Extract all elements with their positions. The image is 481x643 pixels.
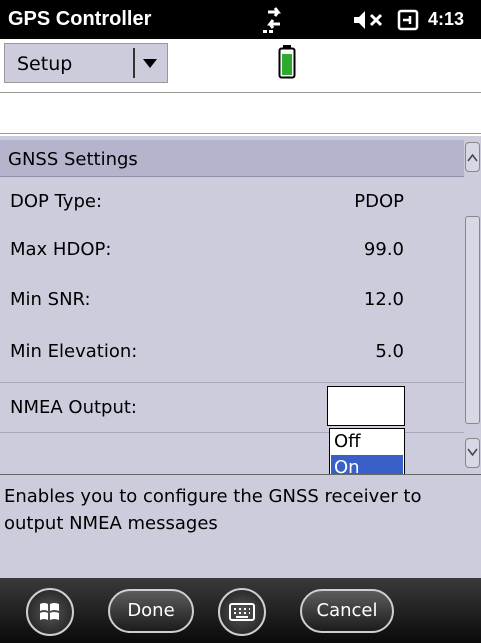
keyboard-icon [229,603,255,621]
softkey-bar: Done Cancel [0,578,481,643]
clock[interactable]: 4:13 [428,9,464,30]
setting-value[interactable]: PDOP [354,191,404,212]
cancel-button[interactable]: Cancel [300,589,394,633]
app-title: GPS Controller [8,8,152,30]
dropdown-divider [133,48,135,78]
setting-label: Min SNR: [10,289,91,310]
chevron-up-icon [467,153,478,162]
help-description: Enables you to configure the GNSS receiv… [0,474,481,579]
vertical-scrollbar[interactable] [464,136,481,474]
done-button[interactable]: Done [108,589,194,633]
keyboard-button[interactable] [218,588,266,636]
setting-row-dop-type[interactable]: DOP Type: PDOP [0,178,464,226]
description-text: Enables you to configure the GNSS receiv… [4,486,422,534]
menu-bar: Setup [0,39,481,90]
windows-logo-icon [40,603,59,620]
volume-muted-icon[interactable] [352,9,390,31]
scroll-up-button[interactable] [465,142,480,172]
sync-arrows-icon[interactable] [262,4,286,34]
battery-icon [278,45,296,79]
chevron-down-icon[interactable] [143,59,157,68]
scroll-down-button[interactable] [465,438,480,468]
setting-value[interactable]: 99.0 [364,239,404,260]
section-header: GNSS Settings [0,140,464,177]
nmea-output-select[interactable] [327,386,405,426]
start-button[interactable] [26,588,74,636]
section-title: GNSS Settings [8,149,138,170]
setting-row-max-hdop[interactable]: Max HDOP: 99.0 [0,226,464,274]
setting-label: Min Elevation: [10,341,138,362]
row-divider [0,382,464,383]
status-bar: GPS Controller 4:13 [0,0,481,39]
setting-row-min-elevation[interactable]: Min Elevation: 5.0 [0,328,464,376]
scroll-thumb[interactable] [465,216,480,424]
setting-value[interactable]: 12.0 [364,289,404,310]
setting-row-min-snr[interactable]: Min SNR: 12.0 [0,276,464,324]
settings-list: GNSS Settings DOP Type: PDOP Max HDOP: 9… [0,136,481,474]
setting-value[interactable]: 5.0 [375,341,404,362]
view-selector-label: Setup [17,53,73,75]
blank-input-bar [0,92,481,134]
setting-label: NMEA Output: [10,397,137,418]
setting-label: DOP Type: [10,191,103,212]
option-off[interactable]: Off [331,429,403,454]
chevron-down-icon [467,448,478,457]
view-selector-dropdown[interactable]: Setup [4,43,168,83]
power-plug-icon[interactable] [396,8,420,32]
setting-label: Max HDOP: [10,239,112,260]
